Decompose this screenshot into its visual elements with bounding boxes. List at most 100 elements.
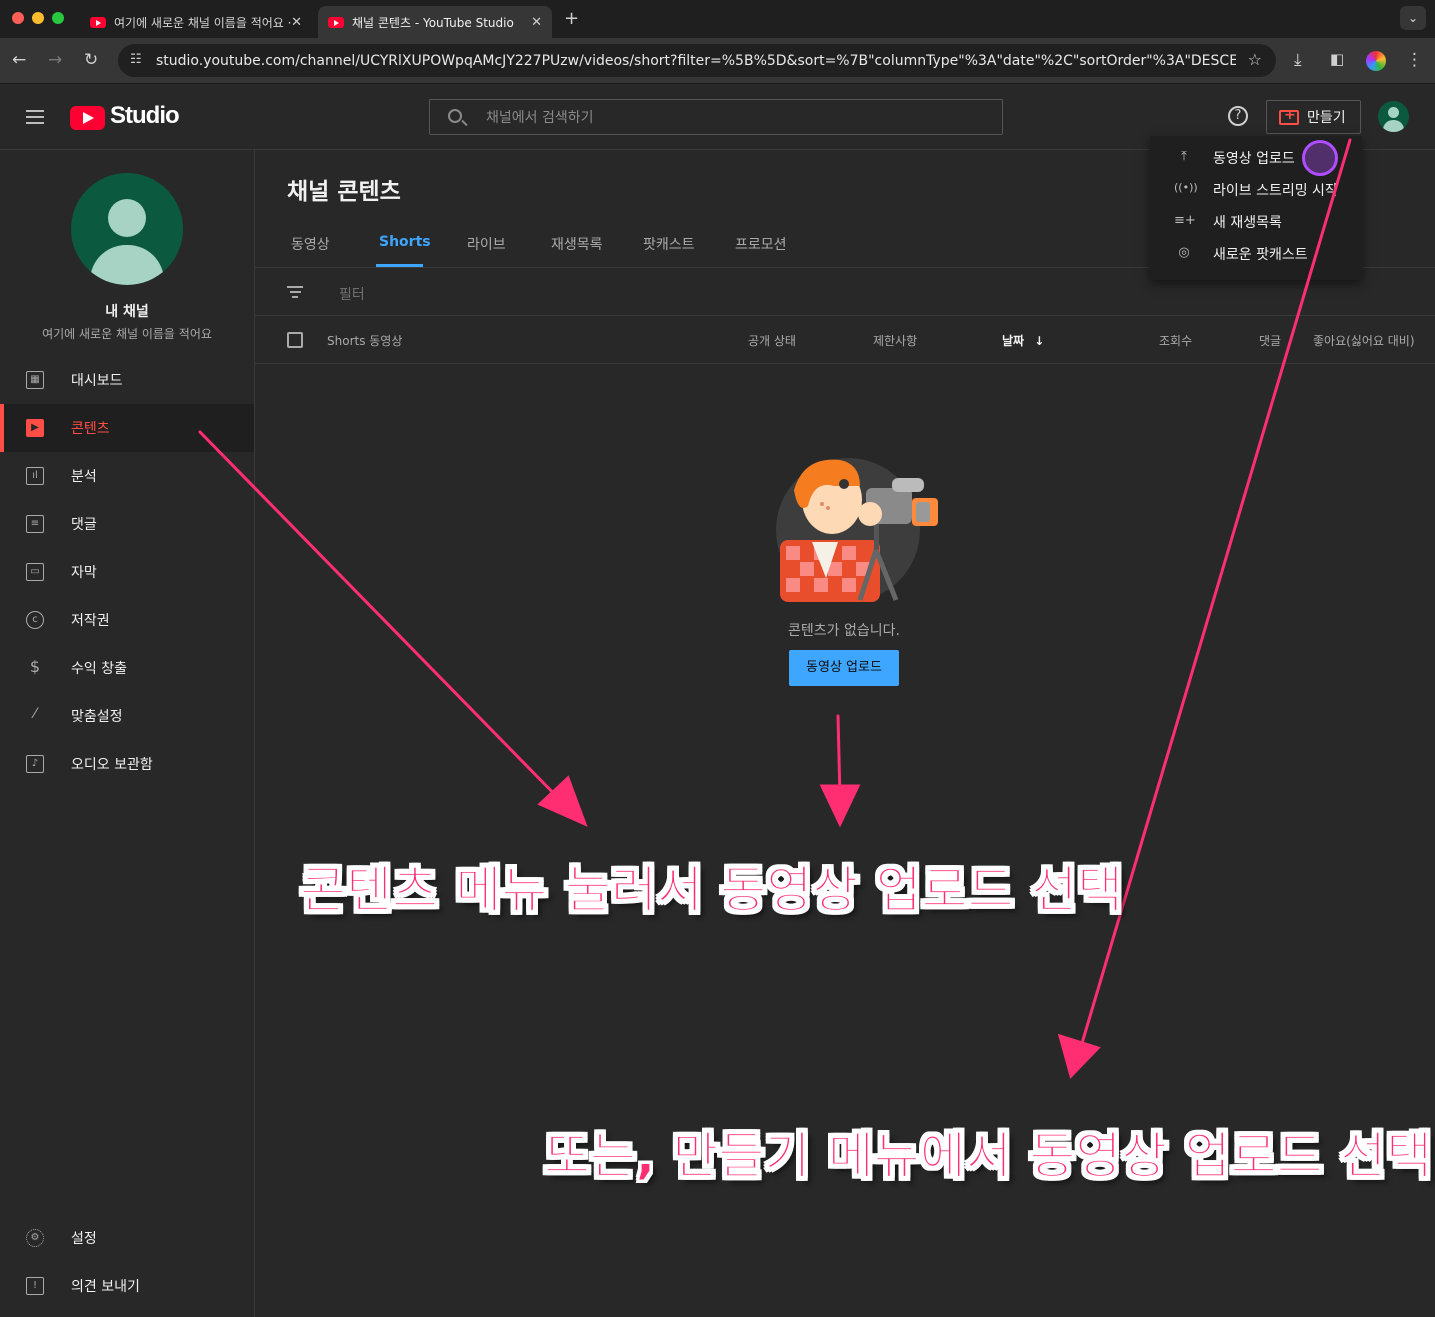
annotation-callout-content: 콘텐츠 메뉴 눌러서 동영상 업로드 선택 bbox=[299, 861, 1124, 920]
studio-logo-text[interactable]: Studio bbox=[110, 102, 180, 130]
column-header-date-label: 날짜 bbox=[1002, 334, 1025, 348]
new-tab-icon[interactable]: + bbox=[564, 8, 579, 29]
channel-title: 내 채널 bbox=[105, 304, 149, 320]
tab-videos[interactable]: 동영상 bbox=[291, 234, 330, 254]
youtube-favicon-icon bbox=[328, 16, 344, 28]
menu-item-label: 라이브 스트리밍 시작 bbox=[1213, 183, 1338, 199]
sidebar-item-label: 저작권 bbox=[71, 613, 110, 629]
sidebar: 내 채널 여기에 새로운 채널 이름을 적어요 ▦ 대시보드 ▶ 콘텐츠 ıl … bbox=[0, 150, 255, 1317]
sidebar-item-customization[interactable]: ⁄ 맞춤설정 bbox=[0, 692, 254, 740]
forward-arrow-icon[interactable]: → bbox=[48, 50, 62, 70]
sidebar-item-dashboard[interactable]: ▦ 대시보드 bbox=[0, 356, 254, 404]
youtube-logo-icon[interactable] bbox=[70, 106, 105, 130]
profile-icon[interactable] bbox=[1366, 51, 1386, 71]
menu-item-label: 새 재생목록 bbox=[1213, 215, 1282, 231]
page-title: 채널 콘텐츠 bbox=[287, 179, 401, 205]
tab-promotions[interactable]: 프로모션 bbox=[735, 234, 787, 254]
search-input[interactable]: 채널에서 검색하기 bbox=[429, 99, 1003, 135]
back-arrow-icon[interactable]: ← bbox=[12, 50, 26, 70]
tab-live[interactable]: 라이브 bbox=[467, 234, 506, 254]
create-menu-go-live[interactable]: ((•)) 라이브 스트리밍 시작 bbox=[1150, 174, 1362, 206]
sidebar-item-monetization[interactable]: $ 수익 창출 bbox=[0, 644, 254, 692]
filter-icon[interactable] bbox=[287, 286, 303, 298]
help-icon[interactable]: ? bbox=[1228, 106, 1248, 126]
browser-tab-bar: 여기에 새로운 채널 이름을 적어요 · ✕ 채널 콘텐츠 - YouTube … bbox=[0, 0, 1435, 38]
column-header-restrictions: 제한사항 bbox=[873, 334, 918, 348]
sidebar-item-label: 수익 창출 bbox=[71, 661, 127, 677]
create-menu-new-podcast[interactable]: ◎ 새로운 팟캐스트 bbox=[1150, 238, 1362, 270]
address-bar[interactable]: ☷ studio.youtube.com/channel/UCYRlXUPOWp… bbox=[118, 44, 1276, 77]
minimize-window-button[interactable] bbox=[32, 12, 44, 24]
sidebar-item-content[interactable]: ▶ 콘텐츠 bbox=[0, 404, 254, 452]
monetization-icon: $ bbox=[29, 657, 41, 676]
settings-icon: ⚙ bbox=[26, 1229, 44, 1247]
create-button[interactable]: 만들기 bbox=[1266, 100, 1361, 134]
analytics-icon: ıl bbox=[26, 467, 44, 485]
account-avatar[interactable] bbox=[1378, 101, 1409, 132]
browser-tab-title: 여기에 새로운 채널 이름을 적어요 · bbox=[114, 15, 292, 30]
live-icon: ((•)) bbox=[1174, 181, 1198, 194]
sidebar-item-audio-library[interactable]: ♪ 오디오 보관함 bbox=[0, 740, 254, 788]
tab-playlists[interactable]: 재생목록 bbox=[551, 234, 603, 254]
sidebar-item-label: 대시보드 bbox=[71, 373, 123, 389]
create-menu-new-playlist[interactable]: ≡+ 새 재생목록 bbox=[1150, 206, 1362, 238]
filter-input[interactable]: 필터 bbox=[339, 284, 365, 304]
table-header: Shorts 동영상 공개 상태 제한사항 날짜 ↓ 조회수 댓글 좋아요(싫어… bbox=[255, 316, 1435, 364]
close-tab-icon[interactable]: ✕ bbox=[291, 15, 302, 30]
menu-hamburger-icon[interactable] bbox=[26, 110, 44, 124]
playlist-add-icon: ≡+ bbox=[1174, 213, 1196, 228]
annotation-arrowhead bbox=[537, 775, 588, 827]
bookmark-star-icon[interactable]: ☆ bbox=[1248, 50, 1262, 69]
sidebar-item-label: 의견 보내기 bbox=[71, 1279, 140, 1295]
sidebar-item-label: 콘텐츠 bbox=[71, 421, 110, 437]
browser-tab-channel[interactable]: 여기에 새로운 채널 이름을 적어요 · ✕ bbox=[80, 6, 312, 38]
channel-avatar[interactable] bbox=[71, 173, 183, 285]
annotation-arrowhead bbox=[819, 784, 861, 828]
sidebar-item-label: 오디오 보관함 bbox=[71, 757, 153, 773]
podcast-icon: ◎ bbox=[1178, 245, 1190, 260]
upload-video-button[interactable]: 동영상 업로드 bbox=[789, 650, 899, 686]
browser-toolbar: ← → ↻ ☷ studio.youtube.com/channel/UCYRl… bbox=[0, 38, 1435, 84]
annotation-arrowhead bbox=[1057, 1033, 1101, 1079]
column-header-date[interactable]: 날짜 ↓ bbox=[1002, 332, 1044, 349]
sidebar-item-label: 맞춤설정 bbox=[71, 709, 123, 725]
search-placeholder: 채널에서 검색하기 bbox=[486, 110, 594, 126]
close-tab-icon[interactable]: ✕ bbox=[531, 15, 542, 30]
column-header-views: 조회수 bbox=[1159, 334, 1193, 348]
sidebar-item-feedback[interactable]: ! 의견 보내기 bbox=[0, 1262, 254, 1310]
upload-icon: ⤒ bbox=[1181, 149, 1187, 164]
browser-tab-studio[interactable]: 채널 콘텐츠 - YouTube Studio ✕ bbox=[318, 6, 552, 38]
sidebar-item-copyright[interactable]: c 저작권 bbox=[0, 596, 254, 644]
reload-icon[interactable]: ↻ bbox=[84, 50, 98, 70]
sidebar-item-comments[interactable]: ≡ 댓글 bbox=[0, 500, 254, 548]
side-panel-icon[interactable]: ◧ bbox=[1330, 50, 1344, 68]
customization-icon: ⁄ bbox=[33, 706, 37, 722]
download-icon[interactable]: ⤓ bbox=[1294, 50, 1302, 70]
select-all-checkbox[interactable] bbox=[287, 332, 303, 348]
more-vert-icon[interactable]: ⋮ bbox=[1406, 50, 1423, 70]
dashboard-icon: ▦ bbox=[26, 371, 44, 389]
create-button-label: 만들기 bbox=[1307, 110, 1346, 126]
column-header-visibility: 공개 상태 bbox=[748, 334, 796, 348]
sidebar-item-label: 분석 bbox=[71, 469, 97, 485]
tab-podcasts[interactable]: 팟캐스트 bbox=[643, 234, 695, 254]
search-icon bbox=[448, 109, 462, 123]
empty-state-text: 콘텐츠가 없습니다. bbox=[788, 623, 900, 639]
click-highlight-marker bbox=[1302, 140, 1338, 176]
tab-search-chevron-down-icon[interactable]: ⌄ bbox=[1400, 6, 1426, 30]
column-header-likes: 좋아요(싫어요 대비) bbox=[1313, 334, 1415, 348]
copyright-icon: c bbox=[26, 611, 44, 629]
feedback-icon: ! bbox=[26, 1277, 44, 1295]
maximize-window-button[interactable] bbox=[52, 12, 64, 24]
sidebar-item-subtitles[interactable]: ▭ 자막 bbox=[0, 548, 254, 596]
annotation-callout-create: 또는, 만들기 메뉴에서 동영상 업로드 선택 bbox=[543, 1127, 1433, 1186]
tab-shorts[interactable]: Shorts bbox=[379, 234, 431, 250]
arrow-down-icon: ↓ bbox=[1034, 334, 1045, 348]
sidebar-item-settings[interactable]: ⚙ 설정 bbox=[0, 1214, 254, 1262]
site-settings-icon[interactable]: ☷ bbox=[130, 52, 142, 67]
tab-active-indicator bbox=[376, 264, 423, 267]
sidebar-item-analytics[interactable]: ıl 분석 bbox=[0, 452, 254, 500]
address-url: studio.youtube.com/channel/UCYRlXUPOWpqA… bbox=[156, 52, 1236, 69]
close-window-button[interactable] bbox=[12, 12, 24, 24]
annotation-arrow-to-upload bbox=[836, 714, 842, 800]
